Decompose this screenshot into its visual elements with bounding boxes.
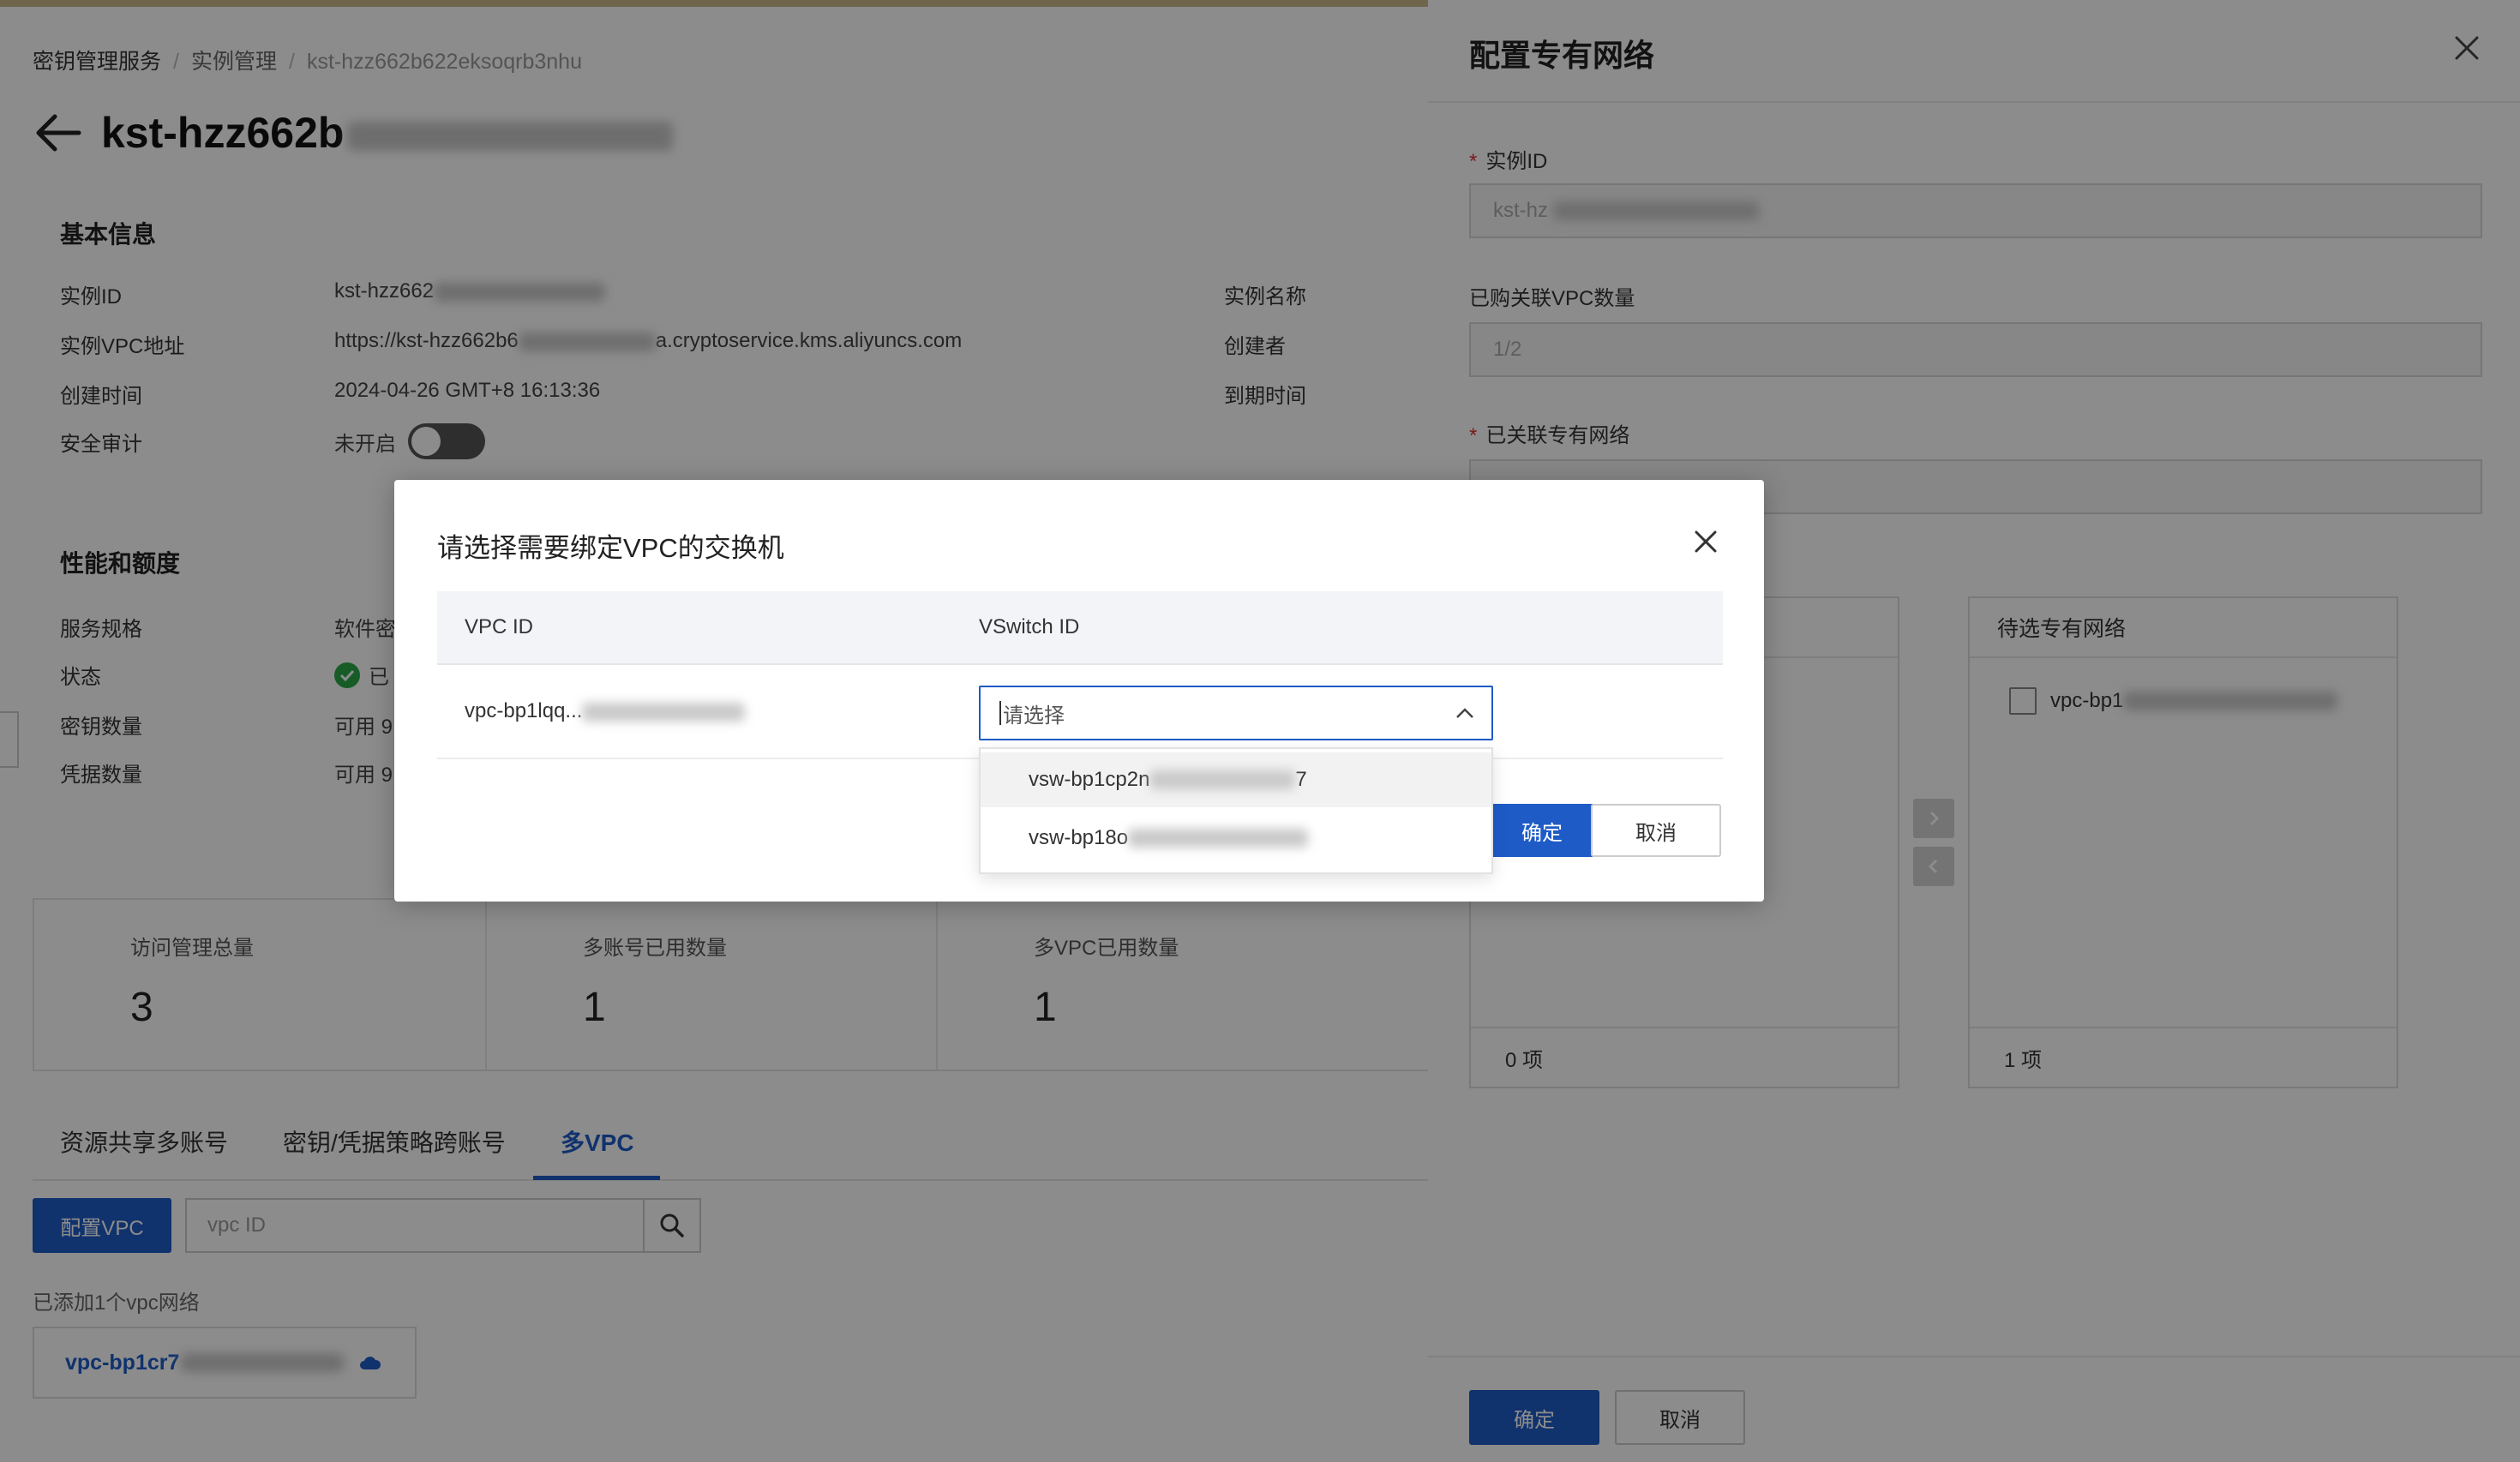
- dropdown-option[interactable]: vsw-bp1cp2n 7: [981, 752, 1491, 807]
- text-cursor: [999, 701, 1001, 725]
- dialog-cancel-button[interactable]: 取消: [1591, 804, 1721, 857]
- column-vpc-id: VPC ID: [465, 615, 534, 638]
- vswitch-dropdown: vsw-bp1cp2n 7 vsw-bp18o: [979, 747, 1493, 874]
- chevron-up-icon: [1456, 708, 1473, 718]
- vswitch-select[interactable]: 请选择: [979, 686, 1493, 740]
- row-vpc-id: vpc-bp1lqq...: [465, 699, 746, 723]
- dialog-confirm-button[interactable]: 确定: [1476, 804, 1608, 857]
- dropdown-option[interactable]: vsw-bp18o: [981, 811, 1491, 866]
- dialog-table-header: VPC ID VSwitch ID: [437, 591, 1723, 665]
- close-icon[interactable]: [1692, 528, 1719, 555]
- column-vswitch-id: VSwitch ID: [979, 615, 1080, 638]
- dialog-title: 请选择需要绑定VPC的交换机: [437, 533, 784, 563]
